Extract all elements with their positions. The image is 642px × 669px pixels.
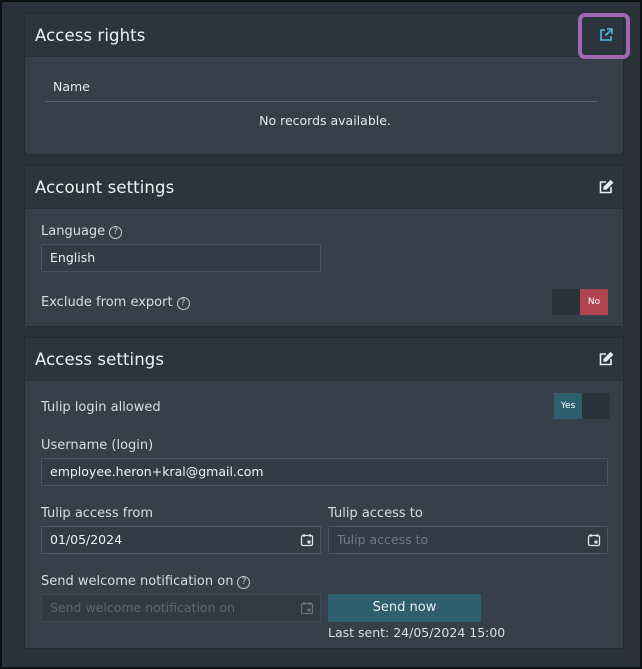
language-value: English [50, 250, 96, 265]
exclude-from-export-toggle[interactable]: No [552, 289, 608, 315]
help-icon[interactable]: ? [176, 297, 190, 310]
welcome-notification-input[interactable]: Send welcome notification on [41, 594, 321, 622]
access-from-value: 01/05/2024 [50, 532, 123, 547]
language-label-text: Language [41, 224, 106, 239]
help-icon[interactable]: ? [109, 226, 123, 239]
account-settings-header: Account settings [25, 166, 623, 209]
access-settings-header: Access settings [25, 338, 623, 381]
calendar-icon[interactable] [587, 533, 601, 547]
language-select[interactable]: English [41, 244, 321, 272]
welcome-notification-label: Send welcome notification on? [41, 574, 251, 589]
calendar-icon[interactable] [300, 533, 314, 547]
send-now-button[interactable]: Send now [328, 594, 481, 622]
empty-table-message: No records available. [259, 113, 391, 128]
exclude-label-text: Exclude from export [41, 295, 173, 310]
access-settings-title: Access settings [35, 350, 165, 369]
account-settings-panel: Account settings Language? English Exclu… [24, 165, 624, 327]
access-rights-panel: Access rights Name No records available. [24, 13, 624, 155]
external-link-icon[interactable] [598, 27, 614, 43]
toggle-no-knob: No [580, 289, 608, 315]
calendar-icon[interactable] [300, 601, 314, 615]
access-to-label: Tulip access to [328, 506, 423, 521]
access-rights-title: Access rights [35, 26, 146, 45]
last-sent-text: Last sent: 24/05/2024 15:00 [328, 625, 506, 640]
access-from-input[interactable]: 01/05/2024 [41, 526, 321, 554]
tulip-login-allowed-toggle[interactable]: Yes [554, 393, 610, 419]
welcome-label-text: Send welcome notification on [41, 574, 234, 589]
edit-icon[interactable] [598, 179, 614, 195]
access-from-label: Tulip access from [41, 506, 154, 521]
account-settings-title: Account settings [35, 178, 175, 197]
access-settings-panel: Access settings Tulip login allowed Yes … [24, 337, 624, 649]
username-value: employee.heron+kral@gmail.com [50, 464, 264, 479]
help-icon[interactable]: ? [237, 576, 251, 589]
window-frame: Access rights Name No records available.… [0, 0, 642, 669]
column-header-name[interactable]: Name [53, 79, 90, 94]
tulip-login-allowed-label: Tulip login allowed [41, 400, 161, 415]
username-label: Username (login) [41, 438, 154, 453]
access-to-input[interactable]: Tulip access to [328, 526, 608, 554]
access-to-placeholder: Tulip access to [337, 532, 429, 547]
username-input[interactable]: employee.heron+kral@gmail.com [41, 458, 608, 486]
toggle-yes-knob: Yes [554, 393, 582, 419]
access-rights-header: Access rights [25, 14, 623, 57]
exclude-from-export-label: Exclude from export? [41, 295, 190, 310]
table-header: Name [45, 75, 597, 102]
welcome-notification-placeholder: Send welcome notification on [50, 600, 236, 615]
edit-icon[interactable] [598, 351, 614, 367]
language-label: Language? [41, 224, 123, 239]
